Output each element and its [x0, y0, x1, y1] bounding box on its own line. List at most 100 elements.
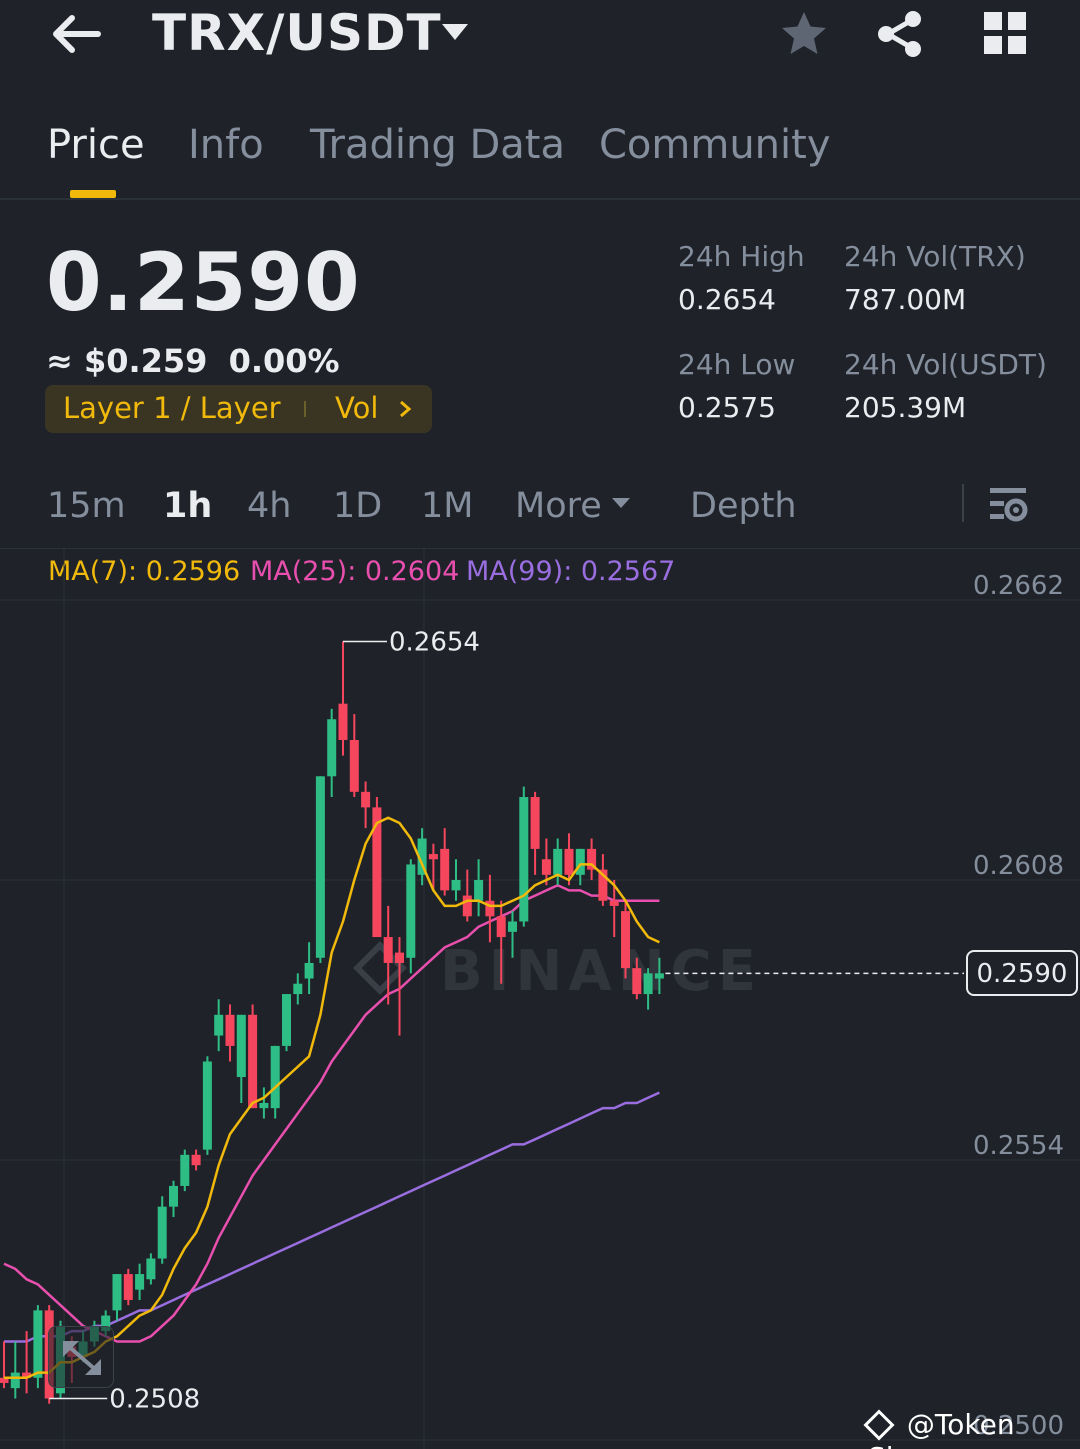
high-label: 24h High — [678, 240, 805, 273]
fiat-price: ≈ $0.259 — [46, 342, 208, 380]
candle-up — [293, 983, 303, 995]
candle-down — [621, 911, 630, 969]
chevron-right-icon — [400, 400, 412, 418]
candle-down — [496, 916, 506, 938]
candle-up — [406, 864, 416, 958]
tab-info[interactable]: Info — [188, 122, 264, 168]
candle-up — [10, 1372, 20, 1389]
candle-up — [654, 973, 664, 979]
candle-up — [474, 880, 484, 901]
chart-settings-icon[interactable] — [988, 484, 1030, 524]
low-value: 0.2575 — [678, 391, 776, 424]
price-change: 0.00% — [228, 342, 340, 380]
candle-up — [451, 880, 461, 891]
candle-up — [643, 973, 653, 995]
caret-down-icon[interactable] — [438, 20, 472, 44]
pair-title[interactable]: TRX/USDT — [152, 4, 442, 62]
interval-more[interactable]: More — [515, 486, 602, 526]
interval-divider — [962, 484, 964, 522]
grid-icon[interactable] — [982, 10, 1030, 58]
candle-up — [33, 1310, 43, 1378]
candle-up — [304, 962, 314, 979]
candle-up — [214, 1014, 224, 1036]
candle-up — [327, 719, 337, 777]
candle-down — [609, 900, 619, 906]
candle-down — [462, 895, 472, 917]
y-axis: 0.26620.26080.25540.2500 — [973, 571, 1064, 1441]
candle-up — [146, 1258, 156, 1280]
tab-trading-data[interactable]: Trading Data — [310, 122, 565, 168]
candle-up — [180, 1154, 190, 1186]
sector-tag-chip[interactable]: Layer 1 / Layer Vol — [45, 385, 432, 433]
candle-down — [530, 797, 540, 849]
high-marker-label: 0.2654 — [389, 627, 480, 657]
active-tab-indicator — [70, 190, 116, 198]
vol-trx-label: 24h Vol(TRX) — [844, 240, 1026, 273]
current-price-box: 0.2590 — [966, 950, 1078, 996]
expand-icon — [63, 1341, 101, 1375]
candle-down — [361, 791, 371, 808]
y-tick-label: 0.2662 — [973, 571, 1064, 601]
candle-down — [440, 848, 450, 891]
candle-up — [519, 797, 529, 922]
candle-up — [112, 1274, 122, 1311]
candle-down — [225, 1014, 235, 1046]
interval-1m[interactable]: 1M — [421, 486, 473, 526]
candle-up — [315, 776, 325, 958]
candle-up — [169, 1185, 178, 1207]
candle-down — [383, 937, 393, 963]
expand-chart-button[interactable] — [48, 1326, 114, 1388]
last-price: 0.2590 — [46, 236, 361, 329]
candle-up — [236, 1014, 246, 1078]
candle-up — [553, 848, 563, 875]
candle-up — [575, 848, 585, 875]
tab-community[interactable]: Community — [599, 122, 831, 168]
candle-down — [349, 740, 359, 792]
candlestick-chart[interactable]: BINANCE 0.26620.26080.25540.2500 0.26540… — [0, 548, 1080, 1449]
watermark-row: @Token Slayer — [863, 1408, 1080, 1449]
low-label: 24h Low — [678, 348, 796, 381]
star-icon[interactable] — [778, 8, 830, 60]
candle-up — [508, 921, 517, 932]
candle-up — [270, 1045, 280, 1109]
binance-logo-icon — [863, 1409, 895, 1441]
share-icon[interactable] — [874, 8, 926, 60]
sector-tag: Layer 1 / Layer — [63, 391, 281, 425]
low-marker-label: 0.2508 — [109, 1385, 200, 1415]
y-tick-label: 0.2554 — [973, 1131, 1064, 1161]
interval-15m[interactable]: 15m — [47, 486, 126, 526]
tag-vol: Vol — [335, 391, 379, 425]
candle-up — [282, 994, 291, 1046]
interval-1d[interactable]: 1D — [333, 486, 382, 526]
ma7-line — [4, 816, 660, 1380]
candle-down — [123, 1274, 133, 1300]
tab-price[interactable]: Price — [47, 122, 145, 168]
vol-trx-value: 787.00M — [844, 283, 967, 316]
candle-down — [395, 952, 404, 963]
candle-down — [485, 900, 495, 917]
candle-down — [564, 848, 574, 875]
interval-4h[interactable]: 4h — [247, 486, 291, 526]
tag-divider — [304, 401, 306, 417]
ma99-line — [4, 1091, 660, 1343]
candle-up — [202, 1061, 212, 1150]
candle-down — [248, 1014, 258, 1109]
back-arrow-icon[interactable] — [48, 10, 104, 58]
candle-down — [428, 854, 438, 860]
svg-text:BINANCE: BINANCE — [440, 939, 762, 1004]
interval-depth[interactable]: Depth — [690, 486, 797, 526]
candle-down — [541, 859, 551, 875]
fiat-price-row: ≈ $0.259 0.00% — [46, 342, 340, 380]
y-tick-label: 0.2608 — [973, 851, 1064, 881]
candle-down — [632, 968, 642, 995]
candle-up — [135, 1274, 145, 1290]
vol-usdt-value: 205.39M — [844, 391, 967, 424]
vol-usdt-label: 24h Vol(USDT) — [844, 348, 1047, 381]
current-price-label: 0.2590 — [976, 959, 1068, 989]
interval-1h[interactable]: 1h — [163, 486, 212, 526]
candles — [0, 641, 664, 1404]
high-value: 0.2654 — [678, 283, 776, 316]
tab-bar: Price Info Trading Data Community — [0, 118, 1080, 200]
candle-down — [191, 1154, 201, 1166]
candle-up — [157, 1206, 167, 1259]
